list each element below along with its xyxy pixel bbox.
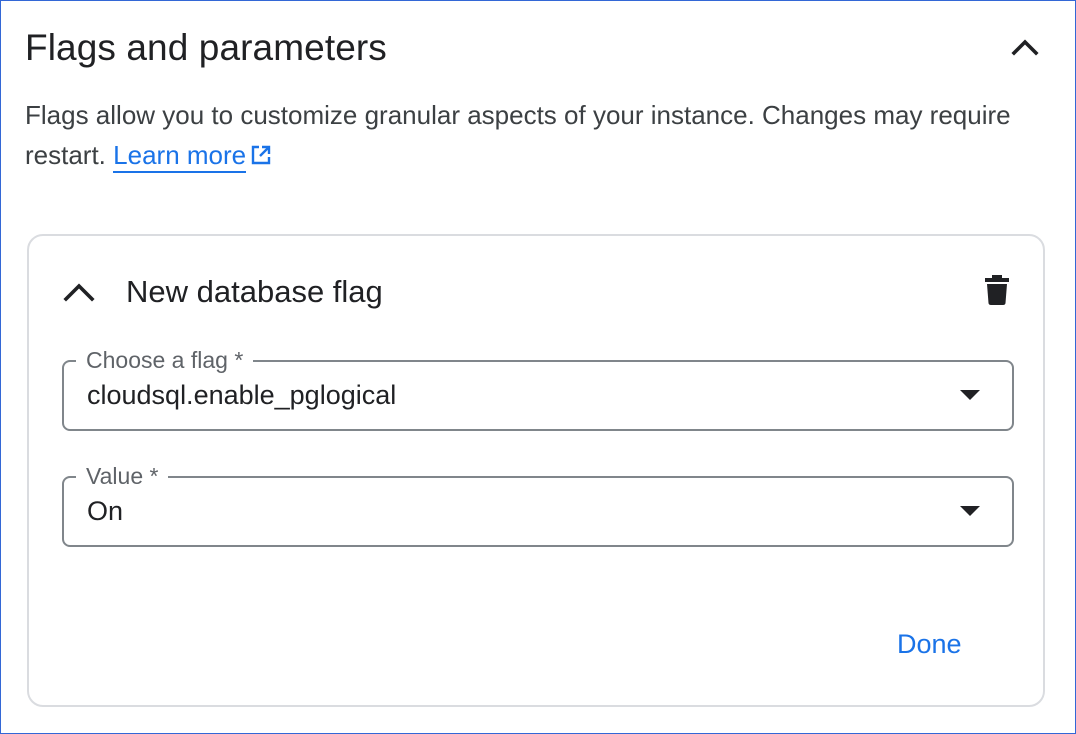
flag-card-title: New database flag [126, 274, 383, 309]
flag-value-value: On [87, 496, 124, 526]
choose-flag-value: cloudsql.enable_pglogical [87, 380, 397, 410]
choose-flag-select[interactable]: Choose a flag * cloudsql.enable_pglogica… [62, 345, 1014, 431]
chevron-up-icon [63, 282, 95, 307]
open-in-new-icon[interactable] [250, 137, 272, 165]
learn-more-link[interactable]: Learn more [113, 140, 247, 173]
trash-icon [984, 274, 1010, 310]
collapse-section-button[interactable] [1005, 29, 1045, 69]
arrow-drop-down-icon [960, 390, 980, 400]
chevron-up-icon [1011, 38, 1039, 61]
choose-flag-label: Choose a flag * [76, 345, 254, 375]
done-button[interactable]: Done [889, 622, 970, 666]
flag-value-select[interactable]: Value * On [62, 461, 1014, 547]
delete-flag-button[interactable] [979, 274, 1015, 310]
arrow-drop-down-icon [960, 506, 980, 516]
database-flag-card: New database flag Choose a flag * clouds… [27, 234, 1045, 707]
section-title: Flags and parameters [25, 27, 387, 68]
flags-panel: Flags and parameters Flags allow you to … [0, 0, 1076, 734]
flag-value-label: Value * [76, 461, 169, 491]
collapse-flag-button[interactable] [57, 272, 101, 316]
section-description: Flags allow you to customize granular as… [25, 95, 1035, 175]
learn-more-label: Learn more [113, 140, 247, 170]
